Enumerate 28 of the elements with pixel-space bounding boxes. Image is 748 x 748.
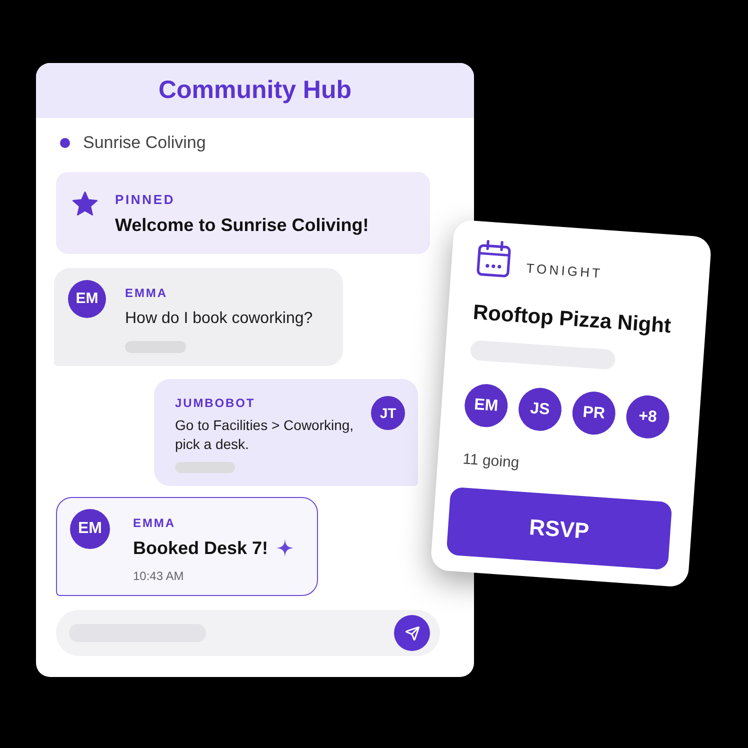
star-icon	[72, 191, 98, 216]
sender-name: EMMA	[125, 285, 168, 301]
message-text: Booked Desk 7!	[133, 537, 268, 559]
send-icon	[404, 626, 420, 640]
event-time-label: TONIGHT	[526, 260, 604, 282]
calendar-icon	[476, 239, 512, 278]
sender-name: JUMBOBOT	[175, 395, 256, 411]
message-input-field[interactable]	[56, 610, 440, 656]
rsvp-button[interactable]: RSVP	[446, 486, 672, 570]
pinned-label: PINNED	[115, 192, 176, 208]
avatar: EM	[70, 509, 110, 549]
sender-name: EMMA	[133, 515, 176, 531]
message-text: How do I book coworking?	[125, 309, 313, 329]
avatar: JT	[371, 396, 405, 430]
event-title: Rooftop Pizza Night	[472, 300, 672, 340]
message-time: 10:43 AM	[133, 568, 184, 584]
attendee-avatar: PR	[570, 390, 617, 436]
attendee-count: 11 going	[462, 450, 520, 474]
attendee-avatar: +8	[624, 394, 671, 440]
message-text: Go to Facilities > Coworking, pick a desk.	[175, 416, 355, 454]
panel-title: Community Hub	[158, 74, 352, 106]
attendee-avatar: JS	[517, 386, 563, 432]
channel-name[interactable]: Sunrise Coliving	[83, 130, 206, 156]
send-button[interactable]	[394, 615, 430, 651]
pinned-text: Welcome to Sunrise Coliving!	[115, 214, 369, 236]
avatar: EM	[68, 280, 106, 318]
sparkle-icon	[276, 539, 294, 557]
attendee-avatar: EM	[463, 382, 510, 429]
